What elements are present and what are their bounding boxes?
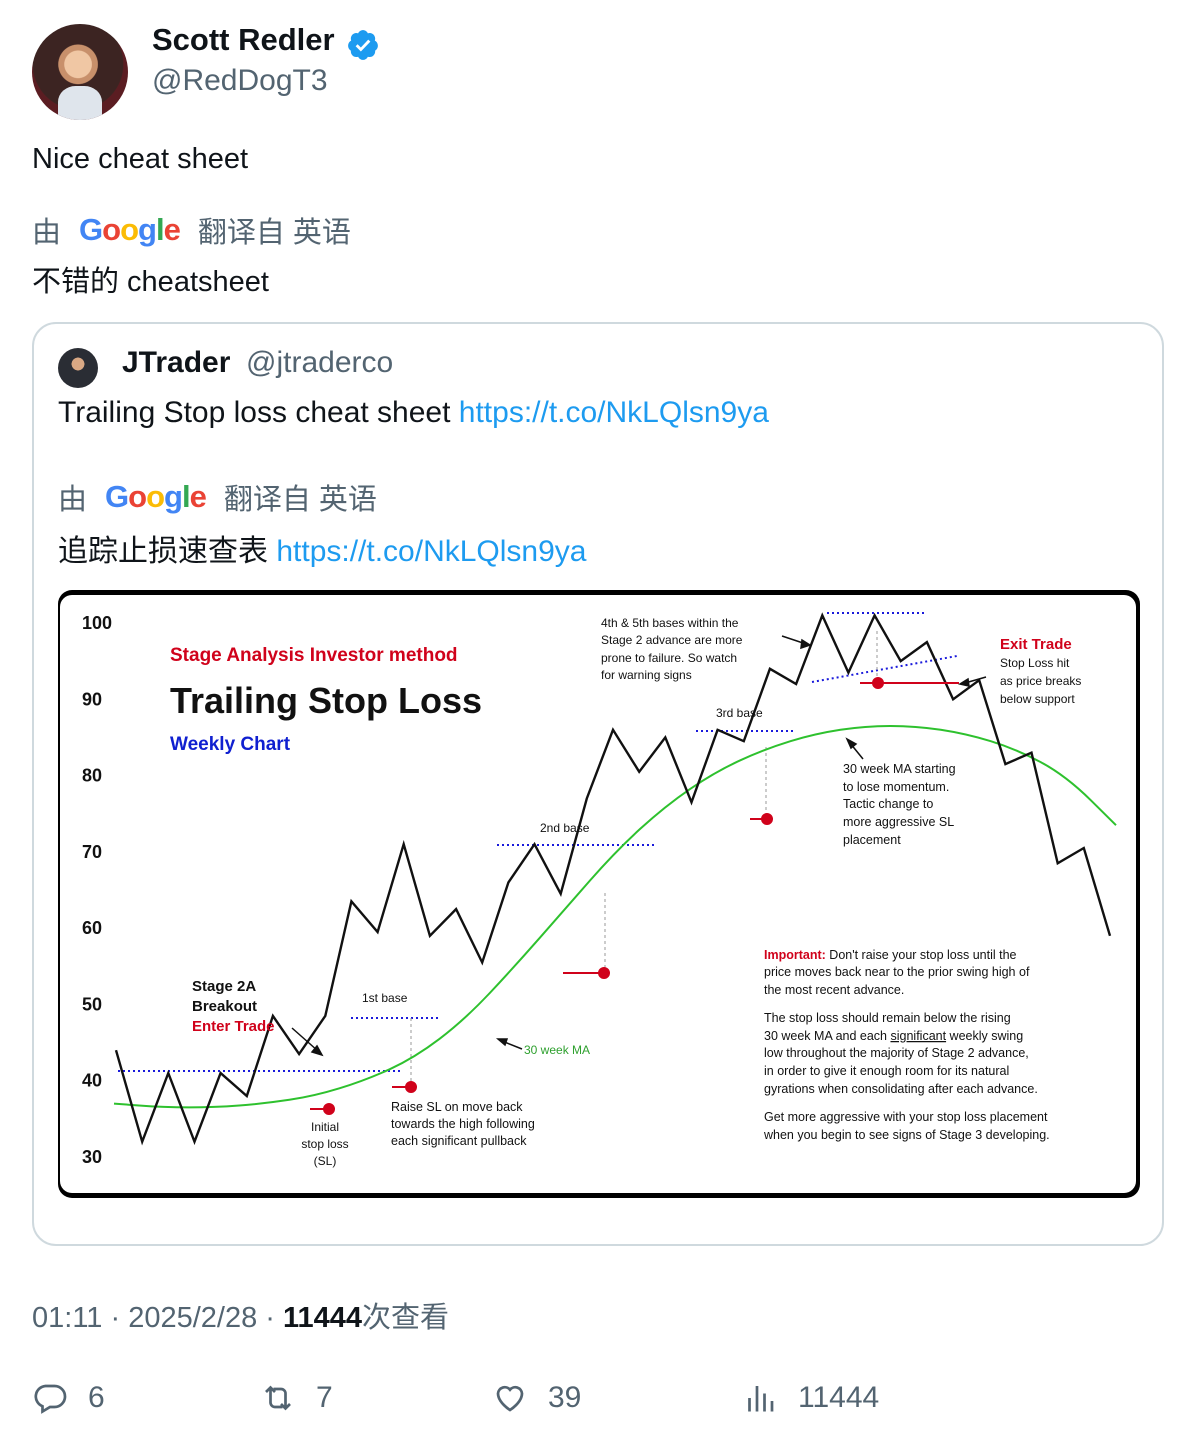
label-exit-trade: Exit Trade — [1000, 636, 1072, 653]
like-count: 39 — [548, 1381, 582, 1414]
chart-kicker: Stage Analysis Investor method — [170, 645, 458, 666]
quoted-translation-attribution: 由 Google 翻译自 英语 — [58, 476, 377, 518]
label-breakout: Breakout — [192, 998, 257, 1015]
label-rule-5: gyrations when consolidating after each … — [764, 1082, 1038, 1096]
tweet-time[interactable]: 01:11 — [32, 1302, 102, 1334]
y-tick-label: 90 — [82, 689, 102, 709]
label-stage-2a: Stage 2A — [192, 978, 256, 995]
quoted-text-body: Trailing Stop loss cheat sheet — [58, 396, 459, 429]
label-warn-1: 4th & 5th bases within the — [601, 616, 739, 630]
tweet-meta: 01:11 · 2025/2/28 · 11444次查看 — [32, 1302, 450, 1334]
label-aggressive-2: when you begin to see signs of Stage 3 d… — [763, 1128, 1050, 1142]
label-warn-2: Stage 2 advance are more — [601, 633, 743, 647]
chart-title: Trailing Stop Loss — [170, 680, 482, 721]
label-momentum-4: more aggressive SL — [843, 815, 954, 829]
y-axis-ticks: 100 90 80 70 60 50 40 30 — [82, 613, 112, 1167]
quoted-author-name: JTrader — [122, 346, 231, 379]
heart-icon — [496, 1385, 524, 1412]
like-button[interactable]: 39 — [492, 1380, 581, 1416]
verified-badge-icon — [348, 30, 378, 60]
y-tick-label: 50 — [82, 994, 102, 1014]
tweet-text: Nice cheat sheet — [32, 143, 249, 175]
translate-from-label[interactable]: 翻译自 英语 — [198, 209, 351, 251]
label-warn-3: prone to failure. So watch — [601, 651, 737, 665]
label-third-base: 3rd base — [716, 706, 763, 720]
label-enter-trade: Enter Trade — [192, 1018, 275, 1035]
label-rule-3: low throughout the majority of Stage 2 a… — [764, 1046, 1029, 1060]
translated-text: 不错的 cheatsheet — [32, 266, 269, 298]
label-rule-2: 30 week MA and each significant weekly s… — [764, 1029, 1023, 1043]
y-tick-label: 40 — [82, 1071, 102, 1091]
label-exit-3: below support — [1000, 692, 1075, 706]
retweet-count: 7 — [316, 1381, 333, 1414]
quoted-tweet-card[interactable]: JTrader @jtraderco Trailing Stop loss ch… — [32, 322, 1164, 1246]
label-rule-1: The stop loss should remain below the ri… — [764, 1011, 1011, 1025]
action-bar: 6 7 39 11444 — [32, 1380, 1164, 1420]
translate-by-label: 由 — [32, 217, 62, 249]
label-momentum-1: 30 week MA starting — [843, 762, 956, 776]
label-important-1: Important: Don't raise your stop loss un… — [764, 948, 1017, 962]
views-button[interactable]: 11444 — [742, 1380, 879, 1416]
google-logo: Google — [79, 212, 181, 247]
y-tick-label: 80 — [82, 766, 102, 786]
label-momentum-5: placement — [843, 833, 901, 847]
label-exit-1: Stop Loss hit — [1000, 656, 1070, 670]
retweet-button[interactable]: 7 — [260, 1380, 333, 1416]
reply-button[interactable]: 6 — [32, 1380, 105, 1416]
label-momentum-3: Tactic change to — [843, 797, 933, 811]
y-tick-label: 30 — [82, 1147, 102, 1167]
chart-subtitle: Weekly Chart — [170, 734, 291, 755]
google-logo: Google — [105, 479, 207, 514]
y-tick-label: 60 — [82, 918, 102, 938]
label-sl: (SL) — [314, 1154, 337, 1168]
quoted-translated-body: 追踪止损速查表 — [58, 535, 277, 568]
label-warn-4: for warning signs — [601, 668, 692, 682]
views-count: 11444 — [798, 1381, 880, 1414]
tweet-date[interactable]: 2025/2/28 — [128, 1302, 257, 1334]
quoted-tweet-text: Trailing Stop loss cheat sheet https://t… — [58, 396, 769, 430]
label-raise-1: Raise SL on move back — [391, 1100, 523, 1114]
quoted-link[interactable]: https://t.co/NkLQlsn9ya — [459, 396, 769, 429]
label-exit-2: as price breaks — [1000, 674, 1081, 688]
label-stop-loss: stop loss — [301, 1137, 348, 1151]
label-aggressive-1: Get more aggressive with your stop loss … — [764, 1110, 1048, 1124]
quoted-translated-text: 追踪止损速查表 https://t.co/NkLQlsn9ya — [58, 526, 586, 570]
label-initial: Initial — [311, 1120, 339, 1134]
view-count: 11444 — [283, 1302, 363, 1334]
author-name[interactable]: Scott Redler — [152, 22, 335, 58]
y-tick-label: 70 — [82, 842, 102, 862]
label-important-3: the most recent advance. — [764, 983, 904, 997]
reply-count: 6 — [88, 1381, 105, 1414]
label-first-base: 1st base — [362, 991, 408, 1005]
label-raise-3: each significant pullback — [391, 1134, 527, 1148]
label-second-base: 2nd base — [540, 821, 590, 835]
translation-attribution: 由 Google 翻译自 英语 — [32, 209, 351, 251]
view-count-label: 次查看 — [362, 1302, 450, 1334]
label-rule-4: in order to give it enough room for its … — [764, 1064, 1009, 1078]
quoted-author-avatar[interactable] — [58, 348, 98, 388]
author-avatar[interactable] — [32, 24, 128, 120]
analytics-icon — [748, 1386, 774, 1412]
author-handle[interactable]: @RedDogT3 — [152, 64, 328, 98]
label-important-2: price moves back near to the prior swing… — [764, 965, 1030, 979]
trailing-stop-chart: 100 90 80 70 60 50 40 30 Stage Analysis Investo… — [82, 612, 1117, 1168]
quoted-translate-from-label[interactable]: 翻译自 英语 — [224, 476, 377, 518]
y-tick-label: 100 — [82, 613, 112, 633]
label-ma: 30 week MA — [524, 1043, 590, 1057]
reply-icon — [34, 1384, 67, 1414]
quoted-translate-by-label: 由 — [58, 484, 88, 516]
label-momentum-2: to lose momentum. — [843, 780, 949, 794]
quoted-author-handle: @jtraderco — [246, 346, 394, 379]
label-raise-2: towards the high following — [391, 1117, 535, 1131]
chart-image[interactable]: 100 90 80 70 60 50 40 30 Stage Analysis Investo… — [58, 590, 1140, 1198]
quoted-translated-link[interactable]: https://t.co/NkLQlsn9ya — [276, 535, 586, 568]
retweet-icon — [265, 1385, 291, 1411]
